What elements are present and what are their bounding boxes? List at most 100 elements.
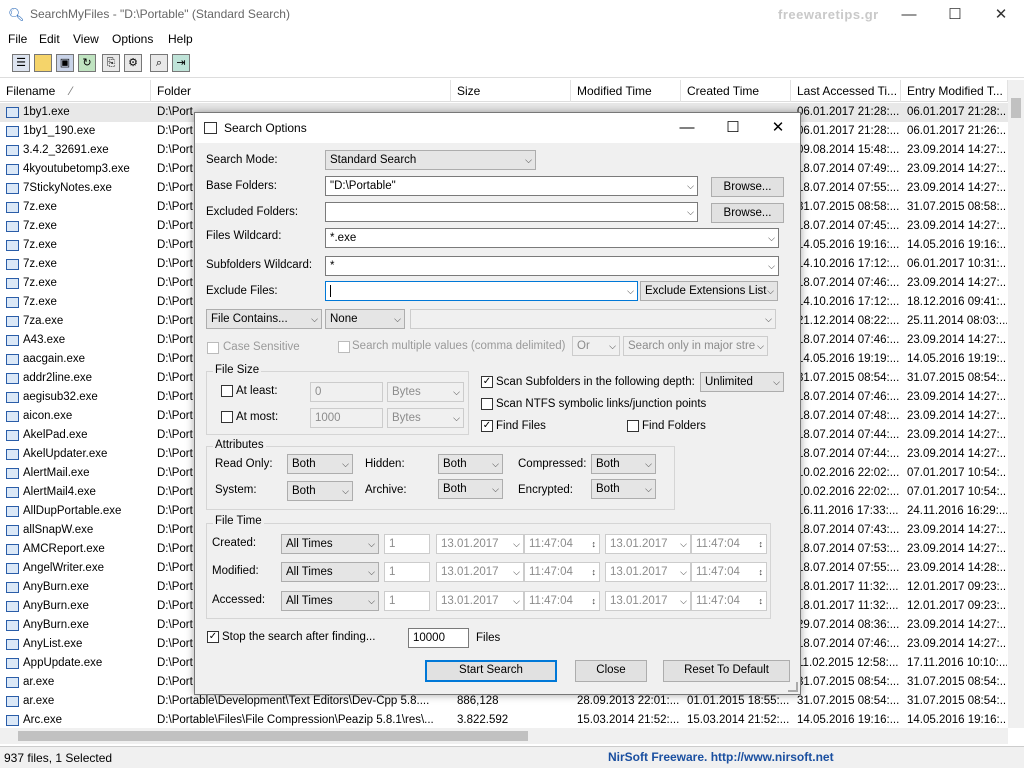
at-least-input[interactable]: 0 — [310, 382, 383, 402]
at-least-unit-select[interactable]: Bytes ⌵ — [387, 382, 464, 402]
menu-options[interactable]: Options — [112, 32, 153, 46]
accessed-from-date[interactable]: 13.01.2017 ⌵ — [436, 591, 524, 611]
depth-select[interactable]: Unlimited ⌵ — [700, 372, 784, 392]
modified-from-time[interactable]: 11:47:04 ↕ — [524, 562, 600, 582]
col-entry-modified[interactable]: Entry Modified T... — [901, 80, 1008, 102]
cell-folder: D:\Port — [157, 676, 193, 688]
find-folders-checkbox[interactable] — [627, 420, 639, 432]
file-contains-select[interactable]: File Contains... ⌵ — [206, 309, 322, 329]
cell-accessed: 16.11.2016 17:33:... — [797, 505, 899, 517]
created-mode-select[interactable]: All Times ⌵ — [281, 534, 379, 554]
stop-count-input[interactable]: 10000 — [408, 628, 469, 648]
resize-grip[interactable] — [788, 682, 798, 692]
modified-from-date[interactable]: 13.01.2017 ⌵ — [436, 562, 524, 582]
created-from-time[interactable]: 11:47:04 ↕ — [524, 534, 600, 554]
dialog-minimize-button[interactable]: — — [664, 113, 710, 143]
browse-excluded-button[interactable]: Browse... — [711, 203, 784, 223]
cell-accessed: 31.07.2015 08:54:... — [797, 676, 900, 688]
cell-filename: AnyBurn.exe — [23, 619, 89, 631]
reset-default-button[interactable]: Reset To Default — [663, 660, 790, 682]
archive-select[interactable]: Both ⌵ — [438, 479, 503, 499]
scan-subfolders-checkbox[interactable]: ✓ — [481, 376, 493, 388]
refresh-icon[interactable]: ↻ — [78, 54, 96, 72]
at-most-checkbox[interactable] — [221, 411, 233, 423]
vertical-scrollbar[interactable] — [1008, 80, 1024, 728]
modified-mode-select[interactable]: All Times ⌵ — [281, 562, 379, 582]
modified-to-time[interactable]: 11:47:04 ↕ — [691, 562, 767, 582]
modified-to-date[interactable]: 13.01.2017 ⌵ — [605, 562, 691, 582]
encrypted-select[interactable]: Both ⌵ — [591, 479, 656, 499]
read-only-select[interactable]: Both ⌵ — [287, 454, 353, 474]
col-accessed[interactable]: Last Accessed Ti... — [791, 80, 901, 102]
open-folder-icon[interactable] — [34, 54, 52, 72]
menu-help[interactable]: Help — [168, 32, 193, 46]
search-options-icon[interactable]: ☰ — [12, 54, 30, 72]
col-created[interactable]: Created Time — [681, 80, 791, 102]
excluded-folders-input[interactable]: ⌵ — [325, 202, 698, 222]
subfolders-wildcard-input[interactable]: * ⌵ — [325, 256, 779, 276]
cell-filename: 7z.exe — [23, 220, 57, 232]
close-button[interactable]: Close — [575, 660, 647, 682]
accessed-n-input[interactable]: 1 — [384, 591, 430, 611]
case-sensitive-checkbox[interactable] — [207, 342, 219, 354]
vertical-scroll-thumb[interactable] — [1011, 98, 1021, 118]
status-count: 937 files, 1 Selected — [4, 751, 113, 765]
exit-icon[interactable]: ⇥ — [172, 54, 190, 72]
chevron-down-icon: ⌵ — [525, 155, 532, 165]
accessed-from-time[interactable]: 11:47:04 ↕ — [524, 591, 600, 611]
contains-value-input[interactable]: ⌵ — [410, 309, 776, 329]
major-streams-select[interactable]: Search only in major stre ⌵ — [623, 336, 768, 356]
exclude-extensions-select[interactable]: Exclude Extensions List ⌵ — [640, 281, 778, 301]
horizontal-scroll-thumb[interactable] — [18, 731, 528, 741]
maximize-button[interactable]: ☐ — [932, 0, 978, 30]
search-mode-select[interactable]: Standard Search ⌵ — [325, 150, 536, 170]
menu-edit[interactable]: Edit — [39, 32, 60, 46]
hidden-select[interactable]: Both ⌵ — [438, 454, 503, 474]
exe-file-icon — [6, 449, 19, 460]
files-wildcard-input[interactable]: *.exe ⌵ — [325, 228, 779, 248]
col-size[interactable]: Size — [451, 80, 571, 102]
table-row[interactable]: Arc.exe D:\Portable\Files\File Compressio… — [0, 711, 1008, 728]
at-most-unit-select[interactable]: Bytes ⌵ — [387, 408, 464, 428]
watermark: freewaretips.gr — [778, 7, 879, 22]
base-folders-input[interactable]: "D:\Portable" ⌵ — [325, 176, 698, 196]
created-to-time[interactable]: 11:47:04 ↕ — [691, 534, 767, 554]
minimize-button[interactable]: — — [886, 0, 932, 30]
created-to-date[interactable]: 13.01.2017 ⌵ — [605, 534, 691, 554]
save-icon[interactable]: ▣ — [56, 54, 74, 72]
copy-icon[interactable]: ⎘ — [102, 54, 120, 72]
modified-n-input[interactable]: 1 — [384, 562, 430, 582]
exclude-files-input[interactable]: ⌵ — [325, 281, 638, 301]
at-most-input[interactable]: 1000 — [310, 408, 383, 428]
dialog-close-button[interactable]: ✕ — [755, 113, 801, 143]
col-modified[interactable]: Modified Time — [571, 80, 681, 102]
at-least-checkbox[interactable] — [221, 385, 233, 397]
system-select[interactable]: Both ⌵ — [287, 481, 353, 501]
menu-view[interactable]: View — [73, 32, 99, 46]
start-search-button[interactable]: Start Search — [425, 660, 557, 682]
scan-ntfs-checkbox[interactable] — [481, 398, 493, 410]
find-files-checkbox[interactable]: ✓ — [481, 420, 493, 432]
menu-file[interactable]: File — [8, 32, 27, 46]
find-icon[interactable]: ⌕ — [150, 54, 168, 72]
col-filename[interactable]: Filename ⁄ — [0, 80, 151, 102]
nirsoft-link[interactable]: NirSoft Freeware. http://www.nirsoft.net — [608, 750, 834, 764]
accessed-mode-select[interactable]: All Times ⌵ — [281, 591, 379, 611]
contains-mode-select[interactable]: None ⌵ — [325, 309, 405, 329]
multi-values-checkbox[interactable] — [338, 341, 350, 353]
close-window-button[interactable]: ✕ — [978, 0, 1024, 30]
col-folder[interactable]: Folder — [151, 80, 451, 102]
created-n-input[interactable]: 1 — [384, 534, 430, 554]
dialog-maximize-button[interactable]: ☐ — [710, 113, 756, 143]
stop-after-checkbox[interactable]: ✓ — [207, 631, 219, 643]
compressed-select[interactable]: Both ⌵ — [591, 454, 656, 474]
exe-file-icon — [6, 240, 19, 251]
or-select[interactable]: Or ⌵ — [572, 336, 620, 356]
file-size-title: File Size — [213, 364, 262, 376]
browse-base-button[interactable]: Browse... — [711, 177, 784, 197]
accessed-to-date[interactable]: 13.01.2017 ⌵ — [605, 591, 691, 611]
properties-icon[interactable]: ⚙ — [124, 54, 142, 72]
created-from-date[interactable]: 13.01.2017 ⌵ — [436, 534, 524, 554]
accessed-to-time[interactable]: 11:47:04 ↕ — [691, 591, 767, 611]
horizontal-scrollbar[interactable] — [0, 728, 1008, 744]
